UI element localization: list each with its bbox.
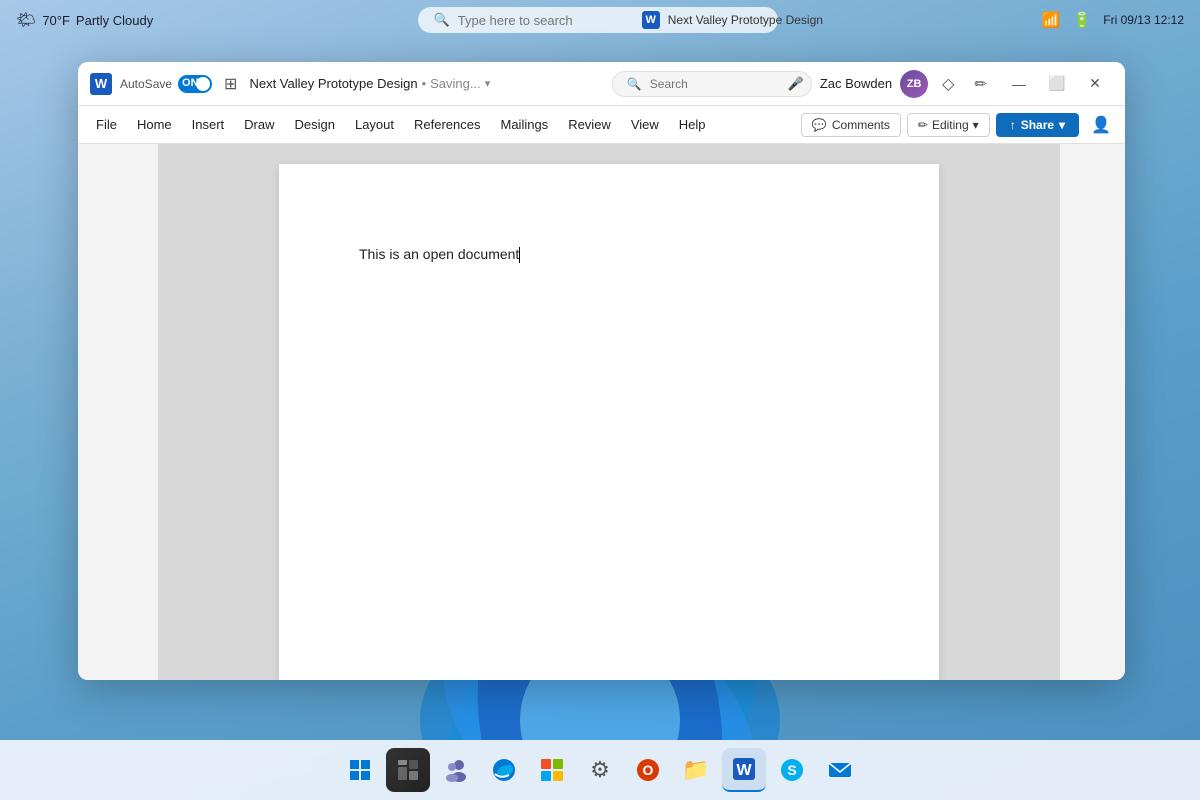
topbar: 🌤 70°F Partly Cloudy 🔍 W Next Valley Pro…	[0, 0, 1200, 40]
doc-sidebar-right	[1060, 144, 1125, 680]
taskbar-file-explorer-button[interactable]: 📁	[674, 748, 718, 792]
doc-page-area[interactable]: This is an open document	[158, 144, 1060, 680]
word-logo: W	[90, 73, 112, 95]
saving-separator: •	[422, 76, 427, 91]
close-button[interactable]: ✕	[1077, 70, 1113, 98]
person-icon[interactable]: 👤	[1085, 111, 1117, 139]
share-label: Share	[1021, 118, 1054, 132]
minimize-button[interactable]: —	[1001, 70, 1037, 98]
weather-icon: 🌤	[16, 10, 36, 30]
taskbar-settings-button[interactable]: ⚙	[578, 748, 622, 792]
menu-bar: File Home Insert Draw Design Layout Refe…	[86, 111, 801, 138]
doc-title: Next Valley Prototype Design	[249, 76, 417, 91]
maximize-button[interactable]: ⬜	[1039, 70, 1075, 98]
menu-design[interactable]: Design	[285, 111, 345, 138]
autosave-toggle[interactable]: ON	[178, 75, 212, 93]
ms-logo: W	[642, 11, 660, 29]
taskbar-mail-button[interactable]	[818, 748, 862, 792]
taskbar-teams-button[interactable]	[434, 748, 478, 792]
menu-references[interactable]: References	[404, 111, 490, 138]
share-dropdown-icon: ▾	[1059, 118, 1065, 132]
system-tray: 📶 🔋 Fri 09/13 12:12	[1042, 11, 1184, 29]
menu-insert[interactable]: Insert	[182, 111, 235, 138]
temperature: 70°F	[42, 13, 70, 28]
svg-text:O: O	[643, 762, 654, 778]
editing-label: Editing	[932, 118, 969, 132]
menu-review[interactable]: Review	[558, 111, 621, 138]
search-box[interactable]: 🔍 🎤	[612, 71, 812, 97]
toggle-on-label: ON	[182, 77, 199, 89]
doc-title-area: Next Valley Prototype Design • Saving...…	[249, 76, 603, 91]
taskbar-office-button[interactable]: O	[626, 748, 670, 792]
menu-layout[interactable]: Layout	[345, 111, 404, 138]
doc-body: This is an open document	[78, 144, 1125, 680]
topbar-search-area: 🔍 W Next Valley Prototype Design	[153, 7, 1042, 33]
user-initials: ZB	[907, 78, 922, 90]
svg-text:W: W	[736, 762, 752, 779]
word-window: W AutoSave ON ⊞ Next Valley Prototype De…	[78, 62, 1125, 680]
taskbar-edge-button[interactable]	[482, 748, 526, 792]
comments-label: Comments	[832, 118, 890, 132]
diamond-icon[interactable]: ◇	[936, 72, 960, 96]
weather-condition: Partly Cloudy	[76, 13, 153, 28]
taskbar-skype-button[interactable]: S	[770, 748, 814, 792]
username: Zac Bowden	[820, 76, 892, 91]
menu-file[interactable]: File	[86, 111, 127, 138]
search-icon: 🔍	[627, 77, 642, 91]
comment-icon: 💬	[812, 118, 827, 132]
menu-help[interactable]: Help	[669, 111, 716, 138]
datetime: Fri 09/13 12:12	[1103, 13, 1184, 27]
dropdown-arrow-icon: ▾	[973, 118, 979, 132]
weather-widget[interactable]: 🌤 70°F Partly Cloudy	[16, 10, 153, 30]
ribbon: File Home Insert Draw Design Layout Refe…	[78, 106, 1125, 144]
taskbar-widgets-button[interactable]	[386, 748, 430, 792]
layout-icon[interactable]: ⊞	[220, 72, 241, 96]
taskbar-word-button[interactable]: W	[722, 748, 766, 792]
window-controls: — ⬜ ✕	[1001, 70, 1113, 98]
chevron-down-icon[interactable]: ▾	[485, 77, 491, 90]
autosave-label: AutoSave	[120, 77, 172, 91]
comments-button[interactable]: 💬 Comments	[801, 113, 901, 137]
topbar-search-input[interactable]	[458, 13, 634, 28]
search-input[interactable]	[650, 77, 780, 91]
active-app-label: Next Valley Prototype Design	[668, 13, 823, 27]
topbar-search-box[interactable]: 🔍 W Next Valley Prototype Design	[418, 7, 778, 33]
taskbar-start-button[interactable]	[338, 748, 382, 792]
doc-content[interactable]: This is an open document	[359, 246, 519, 262]
svg-text:S: S	[787, 762, 796, 778]
title-bar: W AutoSave ON ⊞ Next Valley Prototype De…	[78, 62, 1125, 106]
doc-page[interactable]: This is an open document	[279, 164, 939, 680]
pen-icon[interactable]: ✏	[968, 73, 993, 95]
desktop: 🌤 70°F Partly Cloudy 🔍 W Next Valley Pro…	[0, 0, 1200, 800]
text-cursor	[519, 247, 520, 263]
share-icon: ↑	[1010, 118, 1016, 132]
menu-draw[interactable]: Draw	[234, 111, 284, 138]
user-area: Zac Bowden ZB	[820, 70, 928, 98]
autosave-area: AutoSave ON	[120, 75, 212, 93]
ribbon-actions: 💬 Comments ✏ Editing ▾ ↑ Share ▾ 👤	[801, 111, 1117, 139]
doc-sidebar-left	[78, 144, 158, 680]
pencil-icon: ✏	[918, 118, 928, 132]
taskbar-store-button[interactable]	[530, 748, 574, 792]
editing-button[interactable]: ✏ Editing ▾	[907, 113, 990, 137]
battery-icon: 🔋	[1073, 11, 1092, 29]
menu-home[interactable]: Home	[127, 111, 182, 138]
user-avatar[interactable]: ZB	[900, 70, 928, 98]
mic-icon[interactable]: 🎤	[788, 76, 804, 92]
menu-mailings[interactable]: Mailings	[491, 111, 559, 138]
search-icon: 🔍	[434, 12, 450, 28]
share-button[interactable]: ↑ Share ▾	[996, 113, 1079, 137]
wifi-icon: 📶	[1042, 11, 1061, 29]
taskbar: ⚙ O 📁 W S	[0, 740, 1200, 800]
saving-status: Saving...	[430, 76, 481, 91]
menu-view[interactable]: View	[621, 111, 669, 138]
